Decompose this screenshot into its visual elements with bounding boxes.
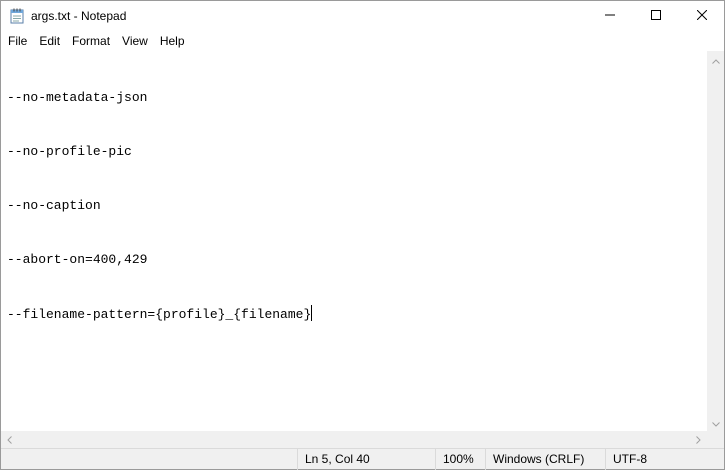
status-bar: Ln 5, Col 40 100% Windows (CRLF) UTF-8 [1,448,724,470]
text-line-content: --no-caption [7,198,101,213]
menu-edit[interactable]: Edit [33,31,66,51]
cursor-position: Ln 5, Col 40 [297,449,435,470]
chevron-down-icon [711,414,720,432]
text-line: --abort-on=400,429 [7,251,312,269]
menu-format[interactable]: Format [66,31,116,51]
scrollbar-corner [707,431,724,448]
maximize-icon [651,7,661,25]
close-button[interactable] [679,1,725,31]
vertical-scrollbar[interactable] [707,51,724,431]
text-line: --no-caption [7,197,312,215]
text-editor[interactable]: --no-metadata-json --no-profile-pic --no… [1,51,707,431]
title-bar[interactable]: args.txt - Notepad [1,1,724,31]
text-line: --no-metadata-json [7,89,312,107]
notepad-icon [10,8,24,24]
text-line-content: --filename-pattern={profile}_{filename} [7,307,312,322]
text-content[interactable]: --no-metadata-json --no-profile-pic --no… [7,53,313,359]
scroll-left-button[interactable] [1,431,18,448]
scroll-up-button[interactable] [707,51,724,68]
window-title: args.txt - Notepad [31,9,127,23]
text-line-content: --no-metadata-json [7,90,148,105]
menu-file[interactable]: File [2,31,33,51]
text-caret [311,305,313,321]
maximize-button[interactable] [633,1,679,31]
minimize-button[interactable] [587,1,633,31]
minimize-icon [605,7,615,25]
menu-bar: File Edit Format View Help [1,31,724,51]
text-line: --filename-pattern={profile}_{filename} [7,305,313,323]
line-ending: Windows (CRLF) [485,449,605,470]
menu-view[interactable]: View [116,31,154,51]
menu-help[interactable]: Help [154,31,191,51]
encoding: UTF-8 [605,449,724,470]
text-line-content: --abort-on=400,429 [7,252,148,267]
chevron-up-icon [711,51,720,69]
scroll-down-button[interactable] [707,414,724,431]
close-icon [696,7,708,25]
horizontal-scrollbar[interactable] [1,431,707,448]
chevron-right-icon [696,431,701,449]
chevron-left-icon [7,431,12,449]
notepad-window: args.txt - Notepad File Edit Format View [0,0,725,470]
text-line-content: --no-profile-pic [7,144,132,159]
text-line: --no-profile-pic [7,143,312,161]
zoom-level: 100% [435,449,485,470]
scroll-right-button[interactable] [690,431,707,448]
